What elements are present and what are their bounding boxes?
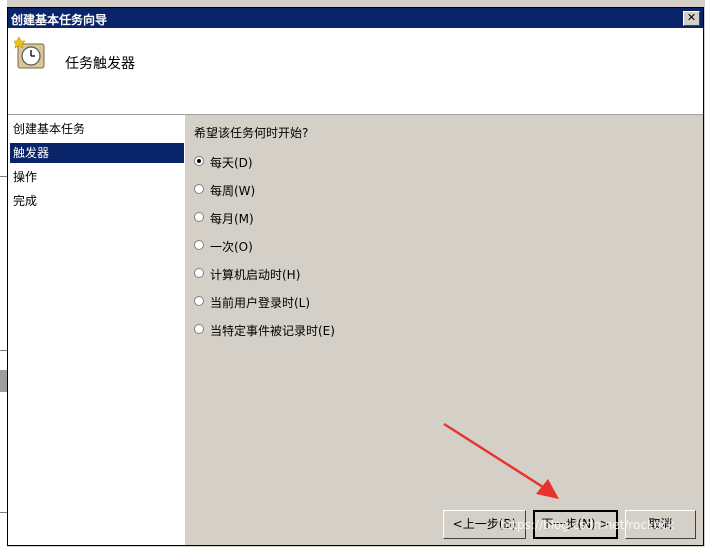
close-button[interactable]: ✕ (683, 11, 700, 26)
step-create-basic-task[interactable]: 创建基本任务 (10, 119, 184, 139)
step-action[interactable]: 操作 (10, 167, 184, 187)
wizard-window: 创建基本任务向导 ✕ 任务触发器 创建基本任务 触发器 操作 完成 希望该任务何… (7, 7, 704, 546)
radio-button[interactable] (194, 240, 204, 250)
strip-line (0, 512, 7, 513)
background-window-strip (0, 0, 7, 547)
radio-label[interactable]: 每月(M) (210, 210, 254, 227)
clock-icon (14, 36, 45, 69)
trigger-question: 希望该任务何时开始? (194, 126, 309, 140)
trigger-panel: 希望该任务何时开始? 每天(D) 每周(W) 每月(M) 一次(O) 计算机启动… (192, 115, 692, 445)
step-label: 完成 (13, 194, 38, 208)
radio-button[interactable] (194, 268, 204, 278)
radio-button[interactable] (194, 184, 204, 194)
close-icon: ✕ (686, 11, 697, 24)
step-finish[interactable]: 完成 (10, 191, 184, 211)
wizard-header: 任务触发器 (8, 28, 703, 115)
radio-button[interactable] (194, 156, 204, 166)
radio-button[interactable] (194, 324, 204, 334)
wizard-steps: 创建基本任务 触发器 操作 完成 (8, 115, 185, 545)
radio-label[interactable]: 每天(D) (210, 154, 253, 171)
radio-button[interactable] (194, 212, 204, 222)
radio-label[interactable]: 当前用户登录时(L) (210, 294, 310, 311)
watermark: https://blog.csdn.net/rockeck (500, 518, 675, 532)
step-trigger[interactable]: 触发器 (10, 143, 184, 163)
step-label: 操作 (13, 170, 38, 184)
radio-label[interactable]: 一次(O) (210, 238, 253, 255)
radio-label[interactable]: 计算机启动时(H) (210, 266, 300, 283)
radio-label[interactable]: 每周(W) (210, 182, 255, 199)
strip-block (0, 370, 7, 392)
step-label: 触发器 (13, 146, 50, 160)
strip-line (0, 350, 7, 351)
radio-label[interactable]: 当特定事件被记录时(E) (210, 322, 335, 339)
radio-button[interactable] (194, 296, 204, 306)
window-title: 创建基本任务向导 (11, 13, 108, 27)
title-bar[interactable]: 创建基本任务向导 ✕ (8, 8, 703, 28)
step-label: 创建基本任务 (13, 122, 86, 136)
page-title: 任务触发器 (65, 56, 135, 72)
strip-line (0, 176, 7, 177)
